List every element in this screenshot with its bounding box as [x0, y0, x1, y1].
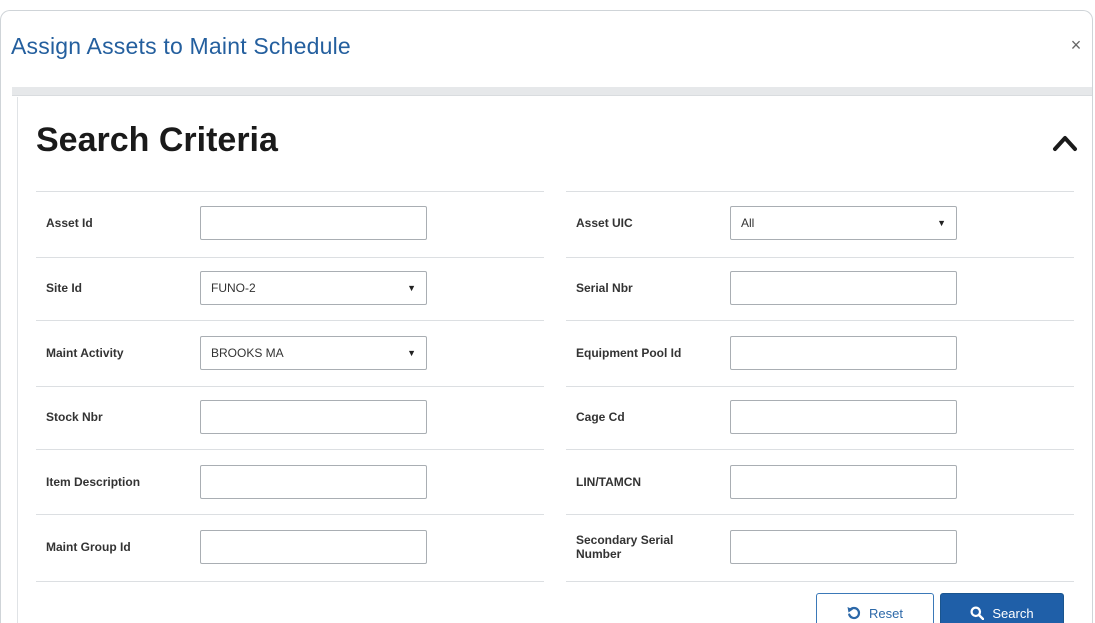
equipment-pool-id-label: Equipment Pool Id	[576, 346, 682, 360]
secondary-serial-number-input[interactable]	[730, 530, 957, 564]
lin-tamcn-input[interactable]	[730, 465, 957, 499]
panel-title: Search Criteria	[36, 121, 278, 159]
dialog-title: Assign Assets to Maint Schedule	[11, 33, 351, 59]
lin-tamcn-label: LIN/TAMCN	[576, 475, 642, 489]
maint-group-id-input[interactable]	[200, 530, 427, 564]
caret-down-icon: ▼	[937, 218, 946, 228]
assign-assets-dialog: Assign Assets to Maint Schedule × Search…	[0, 10, 1093, 623]
search-label: Search	[992, 605, 1034, 621]
maint-activity-label: Maint Activity	[46, 346, 124, 360]
search-icon	[970, 606, 985, 620]
stock-nbr-input[interactable]	[200, 400, 427, 434]
asset-uic-label: Asset UIC	[576, 216, 633, 230]
site-id-label: Site Id	[46, 281, 83, 295]
site-id-value: FUNO-2	[211, 281, 256, 295]
asset-uic-select[interactable]: All ▼	[730, 206, 957, 240]
divider	[566, 191, 1074, 192]
maint-activity-value: BROOKS MA	[211, 346, 284, 360]
divider	[566, 514, 1074, 515]
divider	[566, 320, 1074, 321]
search-criteria-panel: Search Criteria Asset Id Site Id FUNO-2 …	[17, 97, 1092, 623]
serial-nbr-label: Serial Nbr	[576, 281, 633, 295]
item-description-input[interactable]	[200, 465, 427, 499]
reset-button[interactable]: Reset	[816, 593, 934, 623]
divider	[36, 191, 544, 192]
divider	[566, 449, 1074, 450]
asset-id-label: Asset Id	[46, 216, 93, 230]
item-description-label: Item Description	[46, 475, 141, 489]
cage-cd-label: Cage Cd	[576, 410, 625, 424]
divider	[36, 581, 544, 582]
close-icon[interactable]: ×	[1066, 35, 1086, 55]
maint-group-id-label: Maint Group Id	[46, 540, 131, 554]
search-button[interactable]: Search	[940, 593, 1064, 623]
caret-down-icon: ▼	[407, 348, 416, 358]
divider	[36, 449, 544, 450]
reset-icon	[847, 606, 861, 620]
equipment-pool-id-input[interactable]	[730, 336, 957, 370]
divider	[566, 386, 1074, 387]
cage-cd-input[interactable]	[730, 400, 957, 434]
divider	[36, 257, 544, 258]
chevron-up-icon[interactable]	[1051, 131, 1079, 155]
title-separator	[12, 87, 1092, 96]
divider	[36, 386, 544, 387]
stock-nbr-label: Stock Nbr	[46, 410, 103, 424]
site-id-select[interactable]: FUNO-2 ▼	[200, 271, 427, 305]
divider	[36, 320, 544, 321]
maint-activity-select[interactable]: BROOKS MA ▼	[200, 336, 427, 370]
divider	[36, 514, 544, 515]
reset-label: Reset	[869, 605, 903, 621]
secondary-serial-number-label: Secondary Serial Number	[576, 533, 674, 561]
divider	[566, 257, 1074, 258]
divider	[566, 581, 1074, 582]
asset-uic-value: All	[741, 216, 755, 230]
caret-down-icon: ▼	[407, 283, 416, 293]
asset-id-input[interactable]	[200, 206, 427, 240]
serial-nbr-input[interactable]	[730, 271, 957, 305]
